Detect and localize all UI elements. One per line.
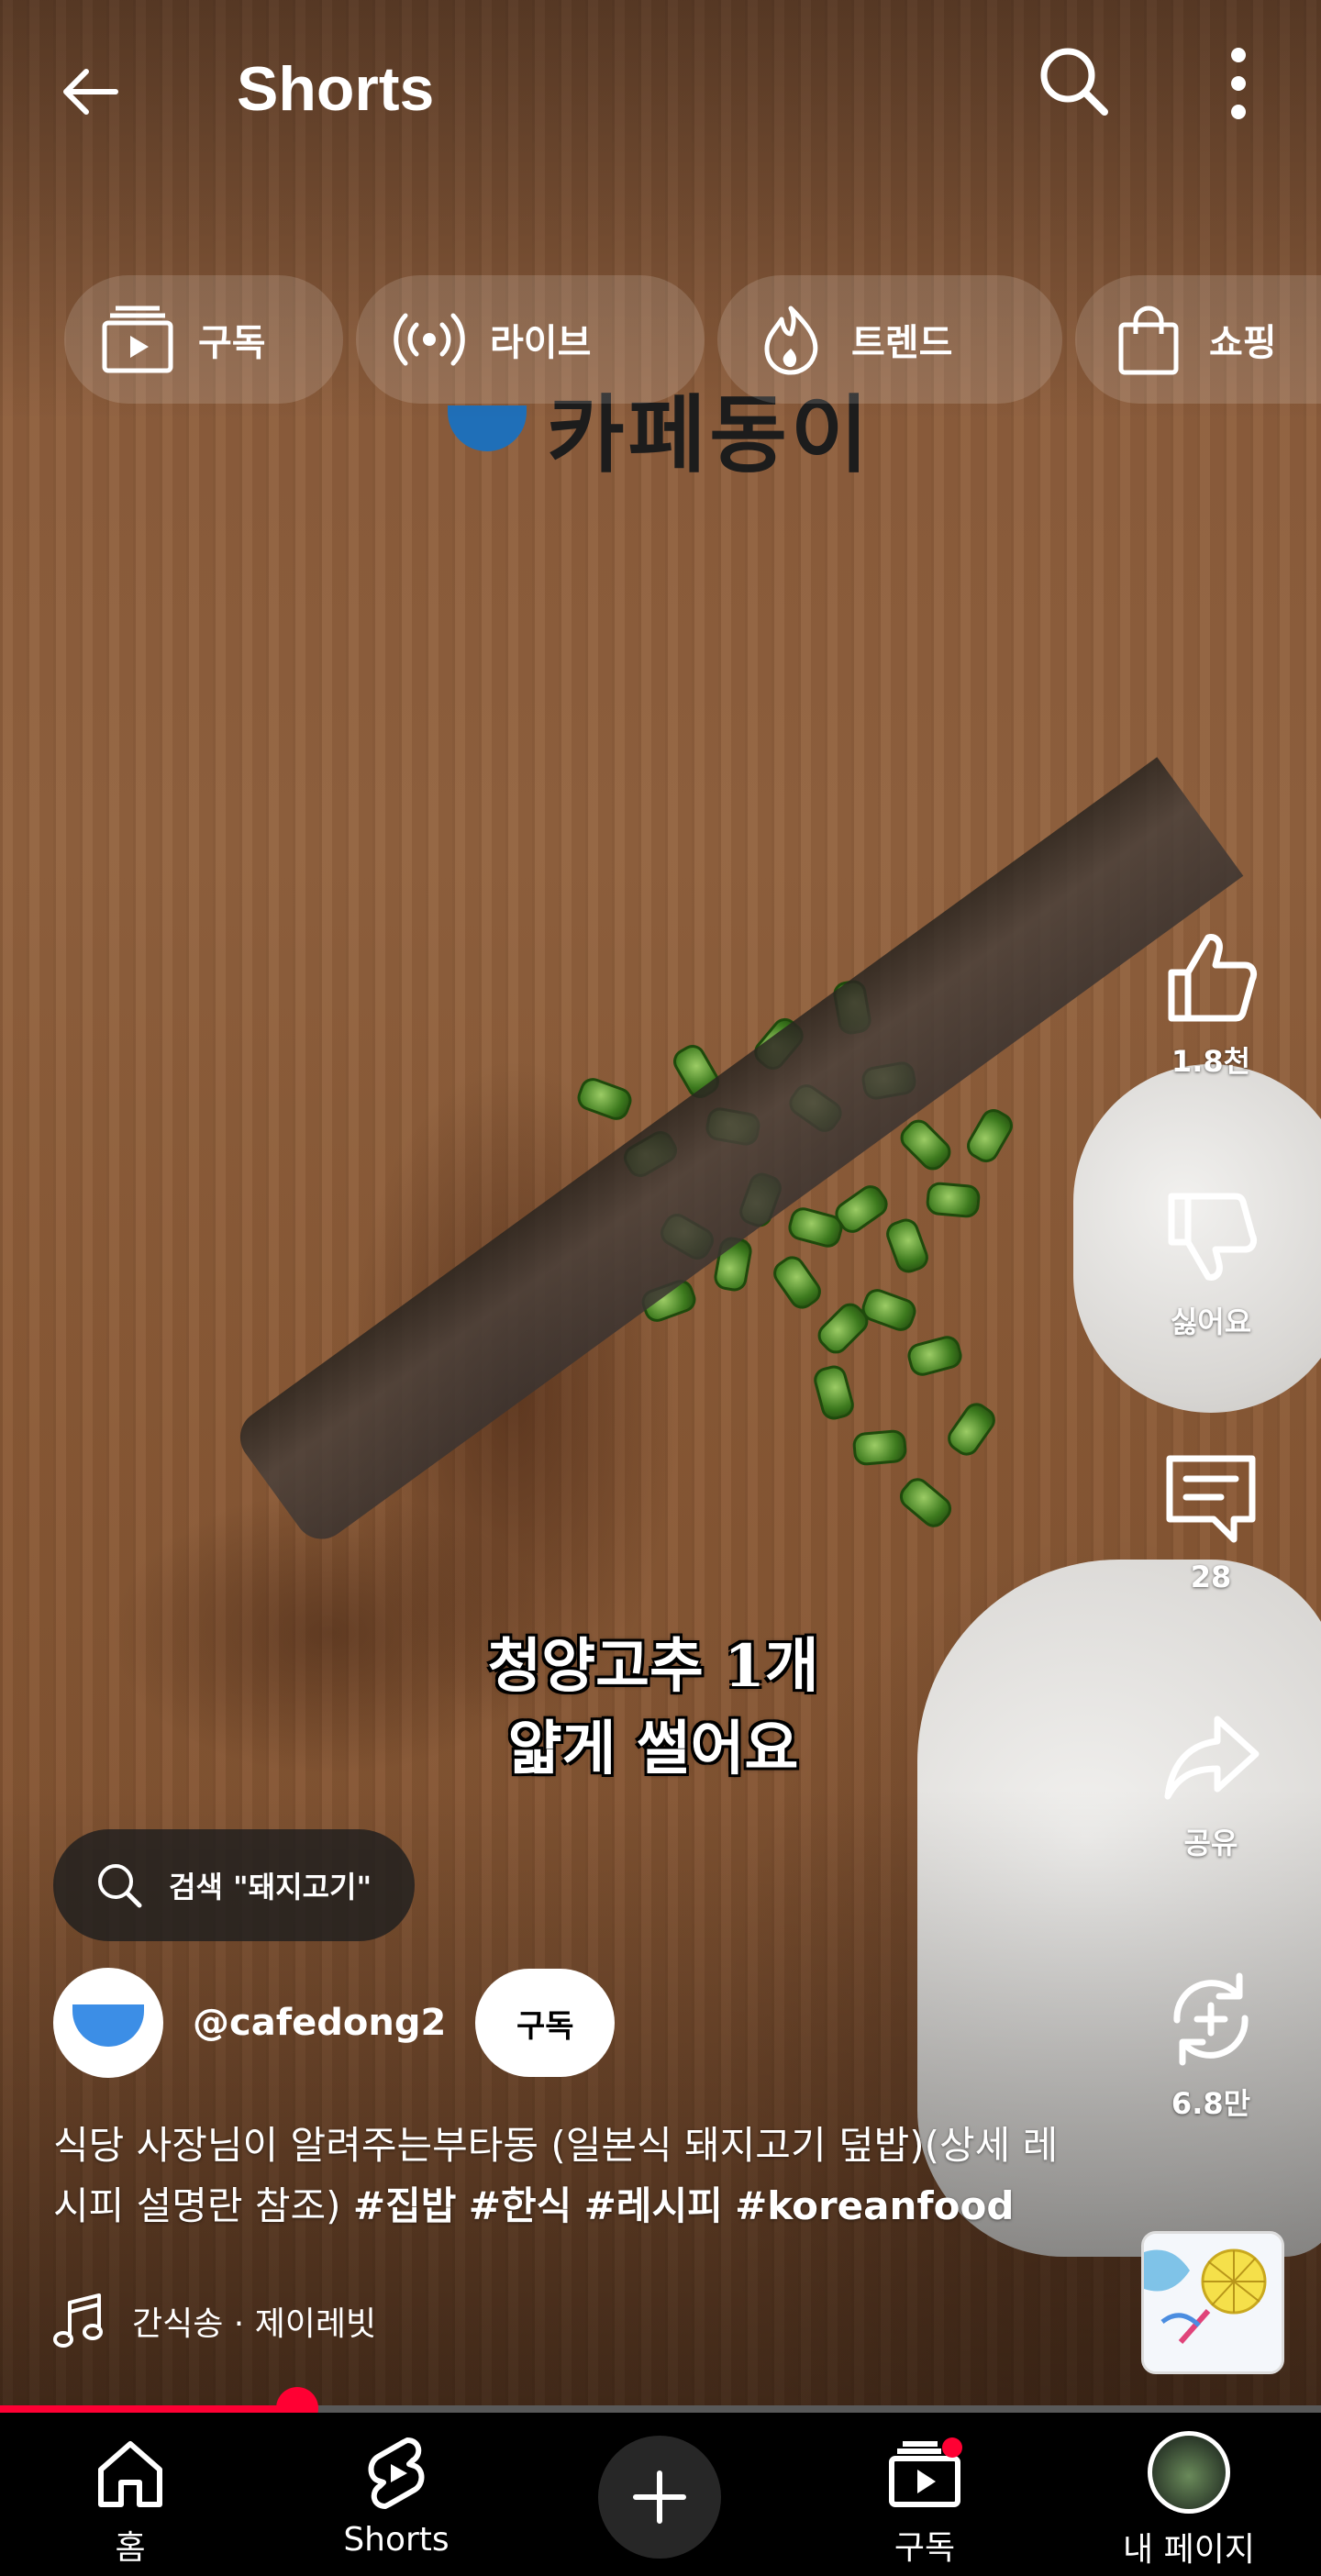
trending-icon	[754, 303, 827, 376]
subscriptions-icon	[101, 303, 174, 376]
back-button[interactable]	[55, 55, 128, 128]
progress-fill	[0, 2405, 297, 2413]
music-row[interactable]: 간식송 · 제이레빗	[53, 2292, 376, 2350]
thumbs-down-icon	[1168, 1193, 1258, 1281]
shorts-icon	[368, 2437, 425, 2509]
dislike-button[interactable]: 싫어요	[1128, 1187, 1293, 1341]
nav-label: 구독	[894, 2529, 956, 2567]
album-art-icon	[1144, 2234, 1282, 2371]
chip-shopping[interactable]: 쇼핑	[1075, 275, 1321, 404]
live-icon	[393, 303, 466, 376]
remix-count: 6.8만	[1171, 2086, 1251, 2121]
share-label: 공유	[1183, 1826, 1238, 1860]
cafe-cup-logo-icon	[72, 2004, 144, 2047]
caption-line-2: 얇게 썰어요	[507, 1715, 799, 1783]
channel-handle[interactable]: @cafedong2	[193, 2002, 446, 2044]
dislike-label: 싫어요	[1170, 1305, 1252, 1339]
shopping-bag-icon	[1112, 303, 1185, 376]
chip-label: 라이브	[490, 322, 592, 364]
hashtag[interactable]: #레시피	[584, 2183, 723, 2228]
caption-line-1: 청양고추 1개	[487, 1632, 819, 1701]
page-title: Shorts	[237, 54, 435, 124]
channel-row: @cafedong2 구독	[53, 1967, 616, 2079]
chip-label: 구독	[198, 322, 266, 364]
music-label: 간식송 · 제이레빗	[132, 2305, 377, 2343]
subscriptions-icon	[889, 2437, 962, 2507]
search-button[interactable]	[1035, 42, 1112, 119]
chip-label: 트렌드	[851, 322, 953, 364]
share-button[interactable]: 공유	[1128, 1708, 1293, 1862]
more-options-button[interactable]	[1211, 42, 1266, 125]
chip-trending[interactable]: 트렌드	[717, 275, 1062, 404]
thumbs-up-icon	[1168, 934, 1258, 1022]
remix-icon	[1173, 1972, 1249, 2066]
search-suggestion-label: 검색 "돼지고기"	[169, 1870, 372, 1904]
video-caption: 청양고추 1개 얇게 썰어요	[0, 1626, 1314, 1791]
subscribe-button[interactable]: 구독	[475, 1969, 616, 2077]
nav-my-page[interactable]: 내 페이지	[1079, 2413, 1299, 2576]
nav-label: 홈	[115, 2529, 146, 2567]
remix-button[interactable]: 6.8만	[1128, 1969, 1293, 2123]
chip-label: 쇼핑	[1209, 322, 1277, 364]
hashtag[interactable]: #집밥	[353, 2183, 456, 2228]
profile-avatar	[1148, 2431, 1230, 2514]
nav-shorts[interactable]: Shorts	[286, 2413, 506, 2576]
arrow-left-icon	[63, 69, 118, 115]
video-description[interactable]: 식당 사장님이 알려주는부타동 (일본식 돼지고기 덮밥)(상세 레시피 설명란…	[53, 2115, 1090, 2237]
like-button[interactable]: 1.8천	[1128, 927, 1293, 1081]
nav-label: Shorts	[343, 2521, 450, 2559]
chip-subscriptions[interactable]: 구독	[64, 275, 343, 404]
like-count: 1.8천	[1171, 1044, 1251, 1079]
sound-thumbnail[interactable]	[1141, 2231, 1284, 2374]
category-chips: 구독 라이브 트렌드 쇼핑	[64, 275, 1321, 404]
top-bar: Shorts	[0, 37, 1321, 138]
search-icon	[1040, 48, 1108, 116]
chip-live[interactable]: 라이브	[356, 275, 705, 404]
bottom-nav: 홈 Shorts 구독 내 페이지	[0, 2413, 1321, 2576]
music-note-icon	[53, 2293, 103, 2348]
home-icon	[98, 2441, 162, 2507]
hashtag[interactable]: #koreanfood	[735, 2183, 1014, 2228]
comments-button[interactable]: 28	[1128, 1448, 1293, 1594]
more-vert-icon	[1231, 48, 1246, 119]
plus-icon	[633, 2471, 686, 2524]
shorts-screen: 카페동이 청양고추 1개 얇게 썰어요 Shorts 구독 라이브 트렌드 쇼핑…	[0, 0, 1321, 2576]
hashtag[interactable]: #한식	[469, 2183, 572, 2228]
create-button[interactable]	[598, 2436, 721, 2559]
nav-home[interactable]: 홈	[20, 2413, 240, 2576]
comment-icon	[1166, 1455, 1256, 1543]
search-icon	[98, 1864, 142, 1908]
nav-subscriptions[interactable]: 구독	[815, 2413, 1035, 2576]
channel-avatar[interactable]	[53, 1968, 163, 2078]
comment-count: 28	[1190, 1560, 1232, 1594]
share-icon	[1164, 1715, 1260, 1800]
nav-label: 내 페이지	[1123, 2531, 1255, 2569]
search-suggestion-chip[interactable]: 검색 "돼지고기"	[53, 1829, 415, 1941]
